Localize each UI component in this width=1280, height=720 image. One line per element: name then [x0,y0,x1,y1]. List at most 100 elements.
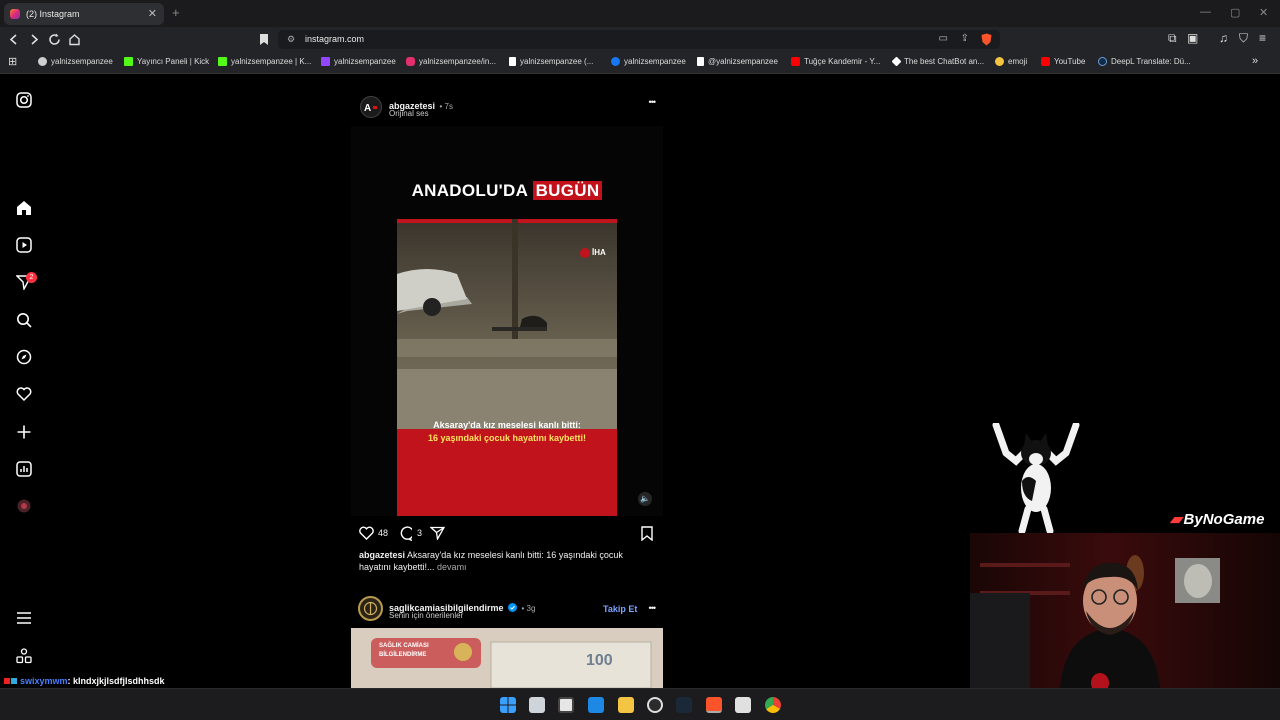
bookmark-label: DeepL Translate: Dü... [1111,57,1191,66]
bookmark-item[interactable]: yalnizsempanzee [611,57,686,66]
like-count[interactable]: 48 [378,528,388,538]
dashboard-icon[interactable] [14,459,34,479]
media-icon[interactable]: ♫ [1219,31,1228,45]
site-settings-icon[interactable]: ⚙ [287,34,295,45]
bookmark-item[interactable]: yalnizsempanzee [38,57,113,66]
facebook-icon [611,57,620,66]
caption-more-link[interactable]: devamı [435,562,467,572]
instagram-icon [406,57,415,66]
instagram-logo-icon[interactable] [14,90,34,110]
post-audio-label[interactable]: Orijinal ses [389,109,429,118]
bookmark-item[interactable]: DeepL Translate: Dü... [1098,57,1191,66]
share-send-icon[interactable] [430,526,445,540]
tiktok-icon [509,57,516,66]
steam-icon[interactable] [676,697,692,713]
verified-badge-icon [508,603,518,612]
bookmark-item[interactable]: Yayıncı Paneli | Kick [124,57,209,66]
bookmark-item[interactable]: yalnizsempanzee/in... [406,57,496,66]
home-nav-icon[interactable] [14,198,34,218]
windows-start-icon[interactable] [500,697,516,713]
post-media-video[interactable]: ANADOLU'DA BUGÜN İHA Aksaray'da kız mese… [351,126,663,516]
snipping-tool-icon[interactable] [558,697,574,713]
bookmark-item[interactable]: yalnizsempanzee [321,57,396,66]
address-bar[interactable]: ⚙ instagram.com ▭ ⇪ [278,30,1000,49]
more-menu-icon[interactable] [14,608,34,628]
notifications-heart-icon[interactable] [14,384,34,404]
chrome-icon[interactable] [765,697,781,713]
chat-username: swixymwm [20,676,68,686]
minimize-icon[interactable]: — [1200,6,1211,18]
file-explorer-icon[interactable] [618,697,634,713]
comment-icon[interactable] [397,526,412,541]
post-options-icon[interactable]: ••• [649,97,657,107]
google-icon [38,57,47,66]
post-media-image[interactable]: SAĞLIK CAMİASI BİLGİLENDİRME 100 [351,628,663,688]
chat-badge-icon [4,678,10,684]
bookmark-item[interactable]: yalnizsempanzee | K... [218,57,311,66]
maximize-icon[interactable]: ▢ [1230,6,1240,19]
bookmark-item[interactable]: Tuğçe Kandemir - Y... [791,57,880,66]
bookmark-item[interactable]: YouTube [1041,57,1085,66]
apps-grid-icon[interactable]: ⊞ [8,55,17,68]
like-heart-icon[interactable] [359,526,374,540]
back-icon[interactable] [9,34,19,45]
bynogame-logo: ▰ ByNoGame [1170,510,1264,528]
instagram-sidebar: 2 [0,76,48,688]
kick-icon [124,57,133,66]
task-view-icon[interactable] [529,697,545,713]
mute-toggle-icon[interactable]: 🔈 [638,492,652,506]
youtube-icon [1041,57,1050,66]
banknote-value: 100 [586,652,613,669]
share-icon[interactable]: ⇪ [961,33,969,44]
vpn-icon[interactable]: ⛉ [1239,31,1248,46]
bookmark-label: Yayıncı Paneli | Kick [137,57,210,66]
reload-icon[interactable] [48,33,61,46]
kick-icon [218,57,227,66]
caption-username[interactable]: abgazetesi [359,550,405,560]
post-author-avatar[interactable] [358,596,383,621]
extensions-icon[interactable]: ⧉ [1168,31,1177,46]
image-overlay-text: SAĞLIK CAMİASI BİLGİLENDİRME [379,643,429,658]
chat-badge-icon [11,678,17,684]
post-actions: 48 3 [357,524,657,544]
create-plus-icon[interactable] [14,422,34,442]
menu-icon[interactable]: ≡ [1259,31,1266,45]
bookmark-item[interactable]: yalnizsempanzee (... [509,57,593,66]
svg-text:A: A [364,103,371,114]
new-tab-button[interactable]: + [172,5,180,20]
video-headline: ANADOLU'DA BUGÜN [351,181,663,201]
brave-shield-icon[interactable] [981,33,992,46]
streamer-webcam [970,533,1280,688]
windows-taskbar [0,688,1280,720]
bookmark-item[interactable]: emoji [995,57,1027,66]
also-from-meta-icon[interactable] [14,646,34,666]
brave-browser-icon[interactable] [706,697,722,713]
bookmark-item[interactable]: @yalnizsempanzee [697,57,778,66]
cast-icon[interactable]: ▭ [939,33,948,44]
wallet-icon[interactable]: ▣ [1187,31,1198,45]
follow-button[interactable]: Takip Et [603,604,637,614]
post-author-avatar[interactable]: A [360,96,382,118]
reels-nav-icon[interactable] [14,235,34,255]
tab-close-icon[interactable]: ✕ [148,7,157,20]
bookmark-label: @yalnizsempanzee [708,57,778,66]
post-header: saglikcamiasibilgilendirme • 3g Senin iç… [357,595,662,623]
bookmarks-overflow-icon[interactable]: » [1252,55,1258,67]
window-close-icon[interactable]: ✕ [1259,6,1268,19]
video-caption-line2: 16 yaşındaki çocuk hayatını kaybetti! [427,433,587,443]
bookmark-item[interactable]: The best ChatBot an... [891,56,984,67]
post-header: A abgazetesi • 7s Orijinal ses ••• [357,93,662,121]
media-player-icon[interactable] [735,697,751,713]
save-bookmark-icon[interactable] [641,526,653,541]
browser-tab[interactable]: (2) Instagram ✕ [4,3,164,25]
obs-studio-icon[interactable] [647,697,663,713]
bookmark-page-icon[interactable] [259,33,269,46]
explore-nav-icon[interactable] [14,347,34,367]
search-nav-icon[interactable] [14,310,34,330]
profile-avatar-icon[interactable] [14,496,34,516]
post-options-icon[interactable]: ••• [649,603,657,613]
forward-icon[interactable] [29,34,39,45]
photos-app-icon[interactable] [588,697,604,713]
comment-count[interactable]: 3 [417,528,422,538]
home-icon[interactable] [68,33,81,46]
